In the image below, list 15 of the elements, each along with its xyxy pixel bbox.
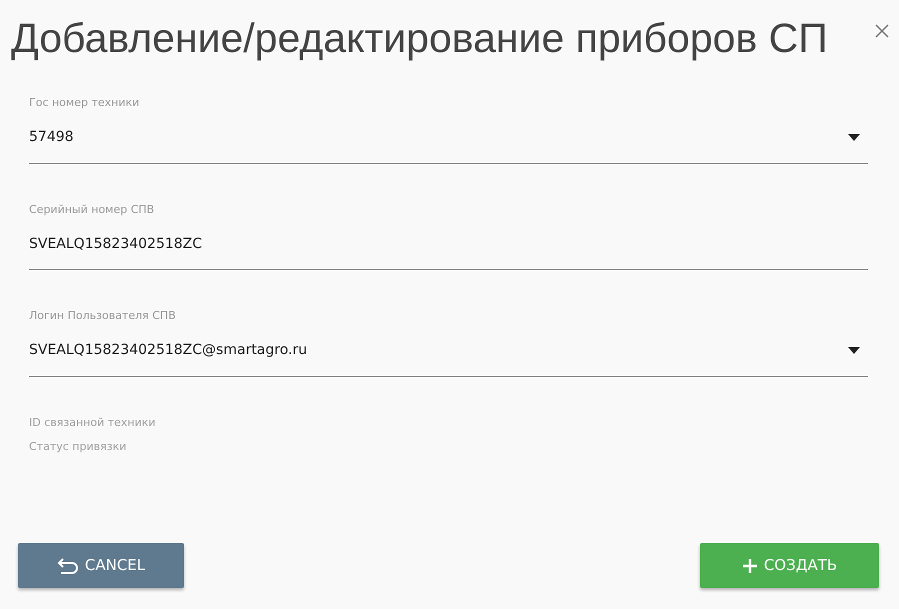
plus-icon bbox=[742, 558, 758, 574]
cancel-button[interactable]: CANCEL bbox=[18, 543, 184, 588]
dialog-title: Добавление/редактирование приборов СП bbox=[11, 14, 829, 63]
caret-icon bbox=[848, 134, 860, 141]
info-label: ID связанной техники bbox=[29, 414, 157, 431]
dropdown-field[interactable]: 57498 bbox=[29, 112, 868, 164]
info-label: Статус привязки bbox=[29, 439, 128, 456]
close-icon[interactable] bbox=[875, 24, 889, 38]
undo-icon bbox=[56, 558, 79, 574]
caret-icon bbox=[848, 346, 860, 354]
field-label: Серийный номер СПВ bbox=[29, 202, 156, 218]
dropdown-field[interactable]: SVEALQ15823402518ZC@smartagro.ru bbox=[29, 324, 868, 377]
field-label: Логин Пользователя СПВ bbox=[29, 308, 177, 324]
field-label: Гос номер техники bbox=[29, 95, 140, 112]
input-field[interactable]: SVEALQ15823402518ZC bbox=[29, 218, 868, 270]
